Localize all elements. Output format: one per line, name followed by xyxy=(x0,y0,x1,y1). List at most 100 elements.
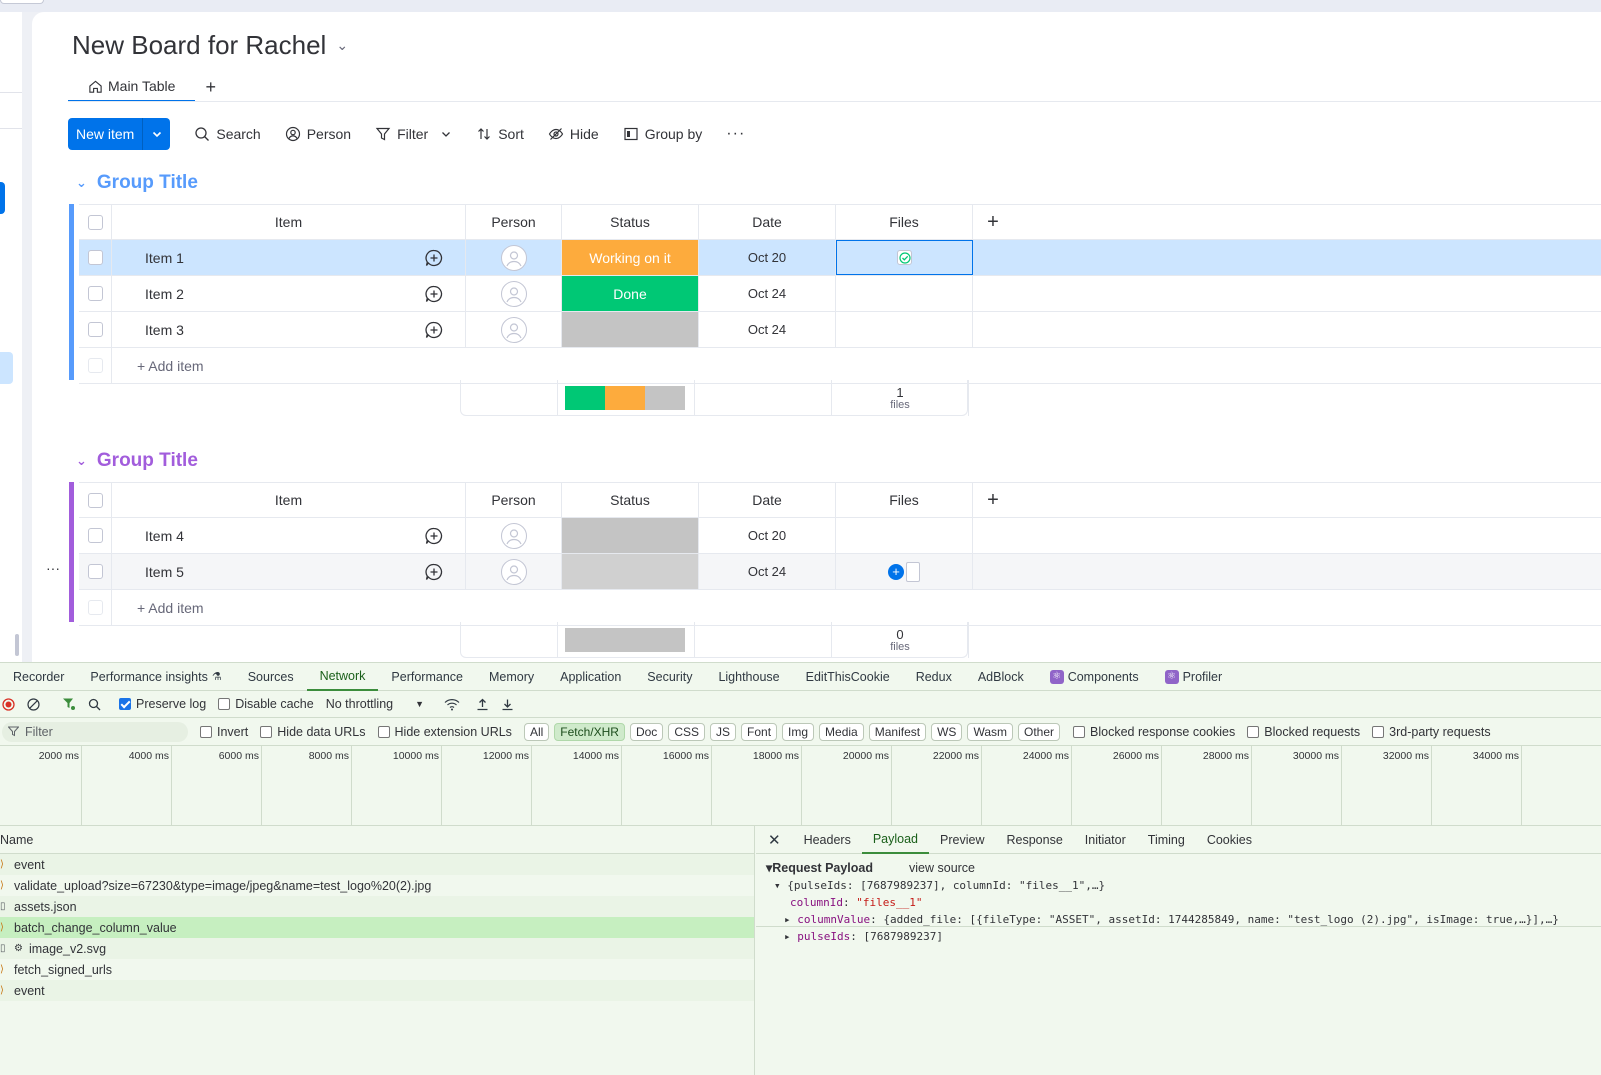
status-cell[interactable] xyxy=(562,518,699,553)
column-header-date[interactable]: Date xyxy=(699,205,836,239)
files-cell[interactable] xyxy=(836,518,973,553)
group-by-button[interactable]: Group by xyxy=(623,126,702,142)
chip-media[interactable]: Media xyxy=(819,722,864,741)
column-header-item[interactable]: Item xyxy=(112,205,466,239)
expand-arrow-icon[interactable]: ▸ xyxy=(784,930,791,943)
date-cell[interactable]: Oct 20 xyxy=(699,518,836,553)
chevron-down-icon[interactable]: ⌄ xyxy=(336,37,348,54)
table-row[interactable]: Item 2 Done Oct 24 xyxy=(79,276,1601,312)
detail-tab-timing[interactable]: Timing xyxy=(1137,826,1196,854)
detail-tab-response[interactable]: Response xyxy=(995,826,1073,854)
devtools-tab-sources[interactable]: Sources xyxy=(235,663,307,691)
column-header-files[interactable]: Files xyxy=(836,483,973,517)
disable-cache-checkbox[interactable]: Disable cache xyxy=(218,697,314,711)
request-row[interactable]: ⟩ batch_change_column_value xyxy=(0,917,754,938)
table-row[interactable]: Item 3 Oct 24 xyxy=(79,312,1601,348)
network-filter-input[interactable]: Filter xyxy=(2,721,188,742)
third-party-requests-checkbox[interactable]: 3rd-party requests xyxy=(1372,725,1491,739)
chip-all[interactable]: All xyxy=(523,722,550,741)
add-item-row[interactable]: + Add item xyxy=(79,348,1601,384)
name-column-header[interactable]: Name xyxy=(0,826,754,854)
filter-button[interactable]: Filter xyxy=(375,126,452,142)
files-cell[interactable] xyxy=(836,312,973,347)
item-name[interactable]: Item 5 xyxy=(112,554,402,589)
detail-tab-preview[interactable]: Preview xyxy=(929,826,995,854)
date-cell[interactable]: Oct 24 xyxy=(699,276,836,311)
new-item-button[interactable]: New item xyxy=(68,118,171,150)
add-update-icon[interactable] xyxy=(424,562,444,582)
sidebar-selected-item[interactable] xyxy=(0,352,13,384)
person-avatar-icon[interactable] xyxy=(500,316,527,343)
person-filter-button[interactable]: Person xyxy=(285,126,351,142)
person-avatar-icon[interactable] xyxy=(500,244,527,271)
chevron-down-icon[interactable] xyxy=(142,118,170,150)
row-checkbox[interactable] xyxy=(87,250,103,265)
chip-doc[interactable]: Doc xyxy=(629,722,664,741)
request-payload-heading[interactable]: ▾Request Payload xyxy=(766,860,873,877)
select-all-checkbox[interactable] xyxy=(87,214,103,230)
blocked-requests-checkbox[interactable]: Blocked requests xyxy=(1247,725,1360,739)
sidebar-scrollbar[interactable] xyxy=(15,634,19,656)
column-header-files[interactable]: Files xyxy=(836,205,973,239)
add-column-button[interactable]: + xyxy=(973,483,1013,517)
devtools-tab-profiler[interactable]: ⚛ Profiler xyxy=(1152,663,1236,691)
expand-arrow-icon[interactable]: ▸ xyxy=(784,913,791,926)
payload-summary[interactable]: ▾ {pulseIds: [7687989237], columnId: "fi… xyxy=(766,877,1591,894)
row-checkbox[interactable] xyxy=(87,528,103,543)
download-icon[interactable] xyxy=(501,698,514,711)
request-row[interactable]: ⟩ event xyxy=(0,854,754,875)
view-source-link[interactable]: view source xyxy=(909,860,975,877)
add-update-icon[interactable] xyxy=(424,284,444,304)
group-title-2[interactable]: ⌄ Group Title xyxy=(76,450,198,472)
row-menu-icon[interactable]: ··· xyxy=(46,560,60,576)
devtools-tab-memory[interactable]: Memory xyxy=(476,663,547,691)
add-item-row[interactable]: + Add item xyxy=(79,590,1601,626)
stop-recording-icon[interactable] xyxy=(2,697,15,711)
add-view-button[interactable]: + xyxy=(205,77,216,98)
status-cell[interactable]: Working on it xyxy=(562,240,699,275)
status-cell[interactable] xyxy=(562,554,699,589)
expand-arrow-icon[interactable]: ▾ xyxy=(774,879,781,892)
item-name[interactable]: Item 1 xyxy=(112,240,402,275)
add-update-icon[interactable] xyxy=(424,320,444,340)
select-all-checkbox[interactable] xyxy=(87,492,103,508)
detail-tab-cookies[interactable]: Cookies xyxy=(1196,826,1263,854)
detail-tab-payload[interactable]: Payload xyxy=(861,826,930,854)
files-cell[interactable]: + xyxy=(836,554,973,589)
chip-ws[interactable]: WS xyxy=(931,722,963,741)
table-row[interactable]: Item 5 Oct 24 + xyxy=(79,554,1601,590)
item-name[interactable]: Item 4 xyxy=(112,518,402,553)
person-avatar-icon[interactable] xyxy=(500,522,527,549)
column-header-date[interactable]: Date xyxy=(699,483,836,517)
sort-button[interactable]: Sort xyxy=(476,126,524,142)
devtools-tab-editthiscookie[interactable]: EditThisCookie xyxy=(793,663,903,691)
hide-button[interactable]: Hide xyxy=(548,126,599,142)
column-header-status[interactable]: Status xyxy=(562,205,699,239)
blocked-response-cookies-checkbox[interactable]: Blocked response cookies xyxy=(1073,725,1235,739)
row-checkbox[interactable] xyxy=(87,286,103,301)
row-checkbox[interactable] xyxy=(87,564,103,579)
item-name[interactable]: Item 3 xyxy=(112,312,402,347)
person-avatar-icon[interactable] xyxy=(500,280,527,307)
chevron-down-icon[interactable]: ⌄ xyxy=(76,175,87,191)
board-title[interactable]: New Board for Rachel ⌄ xyxy=(72,30,348,61)
request-row[interactable]: ▯ ⚙ image_v2.svg xyxy=(0,938,754,959)
devtools-tab-security[interactable]: Security xyxy=(634,663,705,691)
request-row[interactable]: ⟩ event xyxy=(0,980,754,1001)
item-name[interactable]: Item 2 xyxy=(112,276,402,311)
payload-pulseids[interactable]: ▸ pulseIds: [7687989237] xyxy=(766,928,1591,945)
devtools-tab-adblock[interactable]: AdBlock xyxy=(965,663,1037,691)
tab-main-table[interactable]: Main Table xyxy=(68,72,196,102)
hide-data-urls-checkbox[interactable]: Hide data URLs xyxy=(260,725,366,739)
network-timeline[interactable]: 2000 ms 4000 ms 6000 ms 8000 ms 10000 ms 1200… xyxy=(0,746,1601,826)
table-row[interactable]: Item 4 Oct 20 xyxy=(79,518,1601,554)
column-header-item[interactable]: Item xyxy=(112,483,466,517)
chip-font[interactable]: Font xyxy=(741,722,778,741)
detail-tab-initiator[interactable]: Initiator xyxy=(1074,826,1137,854)
row-checkbox[interactable] xyxy=(87,322,103,337)
detail-tab-headers[interactable]: Headers xyxy=(793,826,862,854)
status-summary-battery[interactable] xyxy=(565,386,685,410)
devtools-tab-recorder[interactable]: Recorder xyxy=(0,663,77,691)
throttling-select[interactable]: No throttling ▼ xyxy=(326,697,424,711)
close-icon[interactable]: ✕ xyxy=(756,831,793,849)
